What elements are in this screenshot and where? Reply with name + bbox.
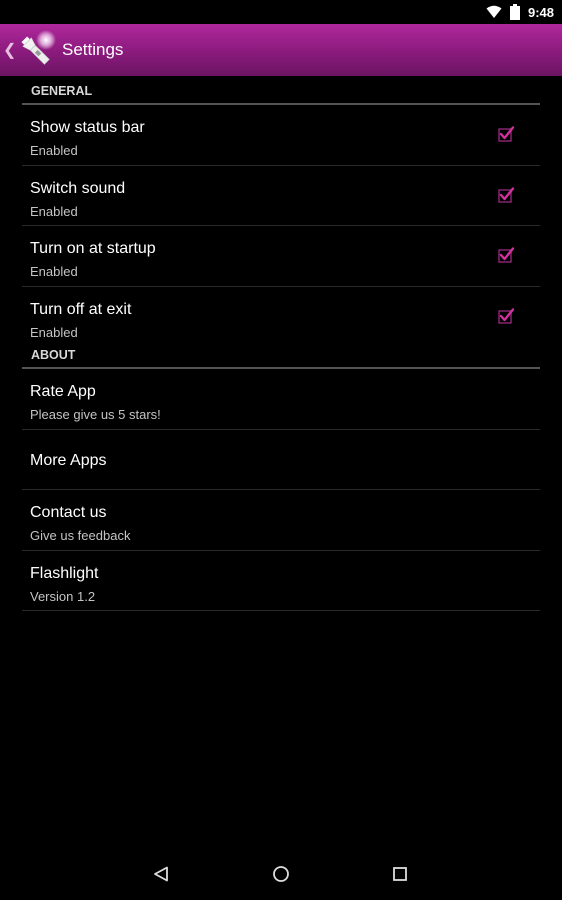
pref-turn-on-at-startup[interactable]: Turn on at startup Enabled [22, 226, 540, 287]
pref-title: Show status bar [30, 119, 145, 136]
recents-square-icon [393, 867, 407, 881]
pref-more-apps[interactable]: More Apps [22, 430, 540, 490]
checkbox-checked-icon[interactable] [498, 186, 514, 203]
status-icons: 9:48 [486, 3, 554, 21]
checkbox-checked-icon[interactable] [498, 126, 514, 142]
pref-summary: Enabled [30, 324, 78, 340]
page-title: Settings [62, 40, 124, 59]
recents-button[interactable] [386, 860, 414, 888]
preference-list: GENERAL Show status bar Enabled Switch s… [22, 76, 540, 611]
pref-contact-us[interactable]: Contact us Give us feedback [22, 490, 540, 551]
flashlight-icon [21, 30, 56, 65]
up-button[interactable]: ❮ [0, 24, 57, 76]
navigation-bar [0, 848, 562, 900]
pref-title: Contact us [30, 504, 107, 521]
pref-title: Rate App [30, 383, 96, 400]
screen: 9:48 ❮ Settings GENERAL Show status bar … [0, 0, 562, 900]
pref-summary: Give us feedback [30, 528, 131, 543]
pref-title: Turn on at startup [30, 240, 156, 257]
back-triangle-icon [154, 866, 168, 882]
back-button[interactable] [147, 860, 175, 888]
pref-summary: Version 1.2 [30, 588, 96, 604]
pref-summary: Enabled [30, 264, 78, 279]
wifi-icon [486, 5, 502, 18]
home-circle-icon [273, 866, 289, 882]
pref-summary: Enabled [30, 203, 78, 219]
action-bar: ❮ Settings [0, 24, 562, 76]
category-general-header: GENERAL [22, 76, 540, 105]
home-button[interactable] [267, 860, 295, 888]
pref-switch-sound[interactable]: Switch sound Enabled [22, 166, 540, 226]
pref-flashlight-version[interactable]: Flashlight Version 1.2 [22, 551, 540, 611]
checkbox-checked-icon[interactable] [498, 247, 514, 263]
battery-icon [509, 4, 520, 20]
pref-title: Flashlight [30, 564, 99, 582]
pref-show-status-bar[interactable]: Show status bar Enabled [22, 105, 540, 166]
status-time: 9:48 [527, 4, 554, 20]
pref-turn-off-at-exit[interactable]: Turn off at exit Enabled [22, 287, 540, 348]
chevron-left-icon: ❮ [3, 42, 17, 59]
pref-summary: Enabled [30, 143, 78, 158]
pref-title: More Apps [30, 451, 107, 469]
pref-rate-app[interactable]: Rate App Please give us 5 stars! [22, 369, 540, 430]
pref-summary: Please give us 5 stars! [30, 407, 161, 422]
pref-title: Turn off at exit [30, 300, 132, 318]
pref-title: Switch sound [30, 179, 126, 197]
status-bar: 9:48 [0, 0, 562, 24]
checkbox-checked-icon[interactable] [498, 307, 514, 324]
